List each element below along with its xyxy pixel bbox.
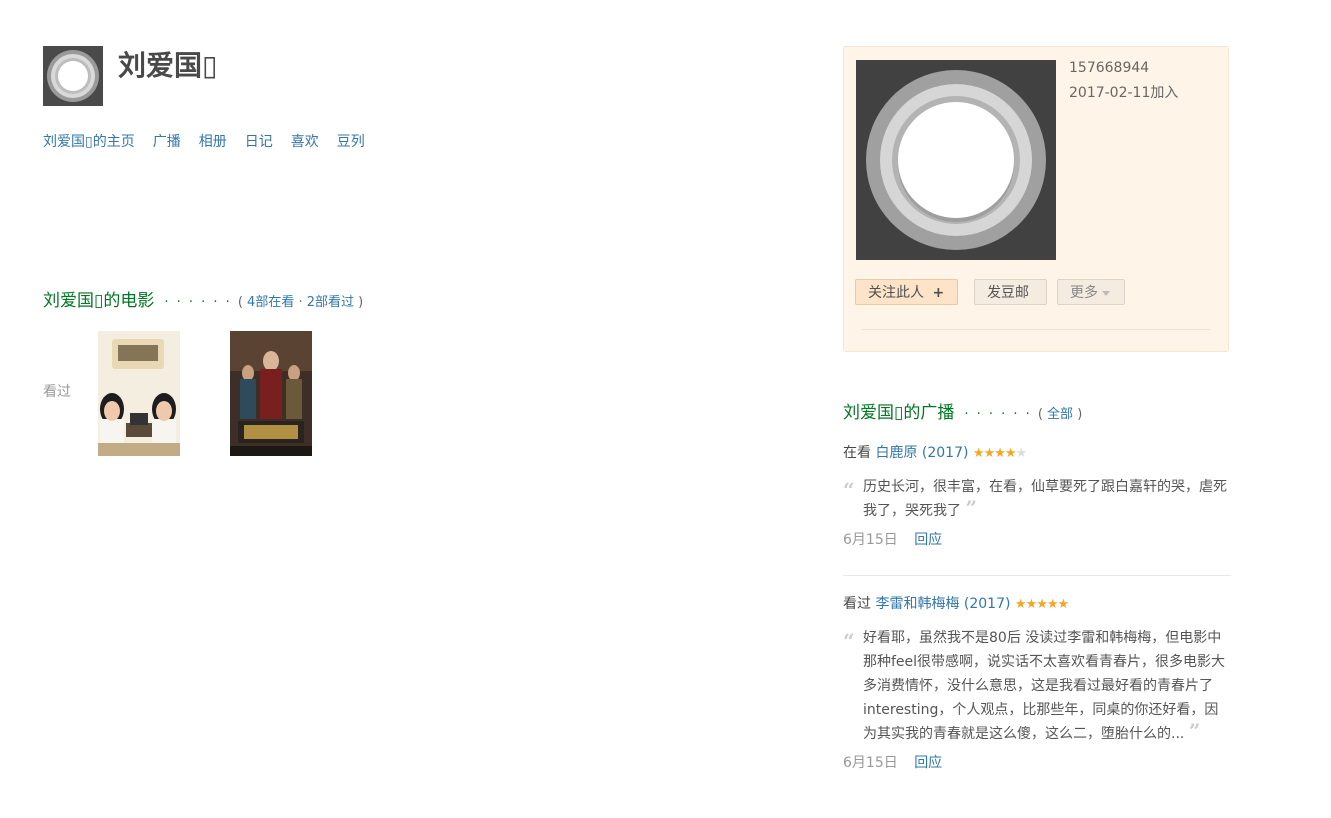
status-date: 6月15日 (843, 755, 898, 771)
broadcast-item: 看过 李雷和韩梅梅 (2017) ★★★★★ “ 好看耶，虽然我不是80后 没读… (843, 593, 1231, 772)
broadcast-item-header: 看过 李雷和韩梅梅 (2017) ★★★★★ (843, 593, 1231, 616)
nav-diary[interactable]: 日记 (245, 131, 273, 151)
user-avatar-small[interactable] (43, 46, 103, 106)
movie-year: (2017) (921, 445, 969, 461)
user-avatar-large[interactable] (856, 60, 1056, 260)
follow-button[interactable]: 关注此人 + (855, 279, 958, 305)
star-empty-icon: ★ (1015, 446, 1028, 461)
profile-card: 157668944 2017-02-11加入 关注此人 + 发豆邮 更多 (843, 46, 1229, 352)
quote-close-icon: ” (965, 496, 977, 520)
card-divider (862, 329, 1210, 330)
nav-album[interactable]: 相册 (199, 131, 227, 151)
avatar-ring-icon (47, 50, 99, 102)
nav-doulist[interactable]: 豆列 (337, 131, 365, 151)
movies-dots: · · · · · · (164, 295, 232, 310)
status-verb: 在看 (843, 445, 871, 461)
movie-poster-1[interactable] (98, 331, 180, 456)
quote-open-icon: “ (843, 629, 855, 653)
reply-link[interactable]: 回应 (914, 532, 942, 548)
more-button[interactable]: 更多 (1057, 279, 1125, 305)
movies-counts: ( 4部在看 · 2部看过 ) (238, 295, 363, 310)
broadcast-section-title: 刘爱国▯的广播 (843, 403, 955, 423)
movie-year: (2017) (963, 596, 1011, 612)
join-date: 2017-02-11加入 (1069, 85, 1179, 101)
movies-section-title: 刘爱国▯的电影 (43, 291, 155, 311)
plus-icon: + (932, 285, 945, 301)
seen-label: 看过 (43, 384, 71, 400)
movies-section-header: 刘爱国▯的电影 · · · · · · ( 4部在看 · 2部看过 ) (43, 286, 363, 311)
poster-artwork-1 (98, 331, 180, 456)
rating-stars: ★★★★★ (972, 443, 1028, 465)
movie-title-link[interactable]: 李雷和韩梅梅 (875, 596, 959, 612)
star-icon: ★ (1025, 597, 1038, 612)
broadcast-item-header: 在看 白鹿原 (2017) ★★★★★ (843, 442, 1231, 465)
follow-button-label: 关注此人 (868, 285, 924, 301)
status-verb: 看过 (843, 596, 871, 612)
star-icon: ★ (994, 446, 1006, 461)
movie-poster-2[interactable] (230, 331, 312, 456)
nav-home[interactable]: 刘爱国▯的主页 (43, 131, 135, 151)
user-id: 157668944 (1069, 60, 1150, 76)
status-date: 6月15日 (843, 532, 898, 548)
movies-watched-link[interactable]: 2部看过 (307, 295, 354, 310)
star-icon: ★ (1004, 446, 1017, 461)
broadcast-section-header: 刘爱国▯的广播 · · · · · · ( 全部 ) (843, 398, 1082, 423)
star-icon: ★ (1046, 597, 1059, 612)
more-button-label: 更多 (1070, 285, 1098, 301)
broadcast-all-link[interactable]: 全部 (1047, 407, 1073, 422)
star-icon: ★ (983, 446, 996, 461)
nav-broadcast[interactable]: 广播 (153, 131, 181, 151)
broadcast-all: ( 全部 ) (1038, 407, 1082, 422)
user-name-heading: 刘爱国▯ (118, 49, 218, 82)
movies-watching-link[interactable]: 4部在看 (247, 295, 294, 310)
status-quote: “ 好看耶，虽然我不是80后 没读过李雷和韩梅梅，但电影中那种feel很带感啊，… (843, 626, 1231, 746)
star-icon: ★ (1014, 597, 1027, 612)
paren-open: ( (1037, 407, 1048, 422)
paren-close: ) (354, 295, 364, 310)
star-icon: ★ (1036, 597, 1048, 612)
status-meta: 6月15日 回应 (843, 752, 1231, 772)
profile-nav: 刘爱国▯的主页 广播 相册 日记 喜欢 豆列 (43, 131, 383, 151)
status-divider (843, 575, 1231, 576)
send-mail-button[interactable]: 发豆邮 (974, 279, 1047, 305)
caret-down-icon (1102, 290, 1110, 296)
poster-artwork-2 (230, 331, 312, 456)
avatar-large-ring-icon (866, 70, 1046, 250)
paren-open: ( (237, 295, 248, 310)
star-icon: ★ (1057, 597, 1070, 612)
status-meta: 6月15日 回应 (843, 529, 1231, 549)
movie-title-link[interactable]: 白鹿原 (875, 445, 917, 461)
status-quote: “ 历史长河，很丰富，在看，仙草要死了跟白嘉轩的哭，虐死我了，哭死我了 ” (843, 475, 1231, 523)
star-icon: ★ (972, 446, 985, 461)
rating-stars: ★★★★★ (1014, 594, 1070, 616)
quote-close-icon: ” (1188, 719, 1201, 743)
broadcast-item: 在看 白鹿原 (2017) ★★★★★ “ 历史长河，很丰富，在看，仙草要死了跟… (843, 442, 1231, 549)
status-quote-text: 好看耶，虽然我不是80后 没读过李雷和韩梅梅，但电影中那种feel很带感啊，说实… (863, 630, 1226, 742)
status-quote-text: 历史长河，很丰富，在看，仙草要死了跟白嘉轩的哭，虐死我了，哭死我了 (863, 479, 1227, 519)
nav-likes[interactable]: 喜欢 (291, 131, 319, 151)
quote-open-icon: “ (843, 478, 855, 502)
broadcast-dots: · · · · · · (964, 407, 1032, 422)
reply-link[interactable]: 回应 (914, 755, 942, 771)
paren-close: ) (1073, 407, 1083, 422)
counts-separator: · (294, 295, 307, 310)
